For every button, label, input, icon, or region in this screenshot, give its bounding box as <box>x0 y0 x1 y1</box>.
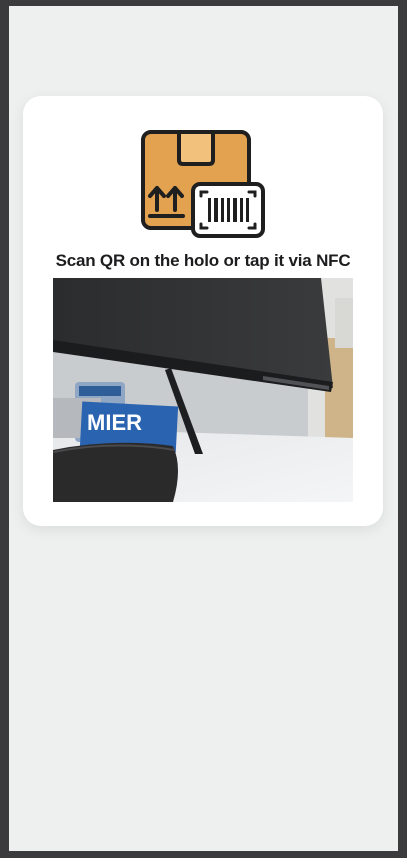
package-barcode-icon <box>141 130 267 240</box>
camera-label-text: MIER <box>87 410 142 435</box>
scan-card: Scan QR on the holo or tap it via NFC MI… <box>23 96 383 526</box>
camera-preview[interactable]: MIER <box>53 278 353 502</box>
app-screen: Scan QR on the holo or tap it via NFC MI… <box>9 6 398 851</box>
scan-instruction: Scan QR on the holo or tap it via NFC <box>55 251 351 270</box>
